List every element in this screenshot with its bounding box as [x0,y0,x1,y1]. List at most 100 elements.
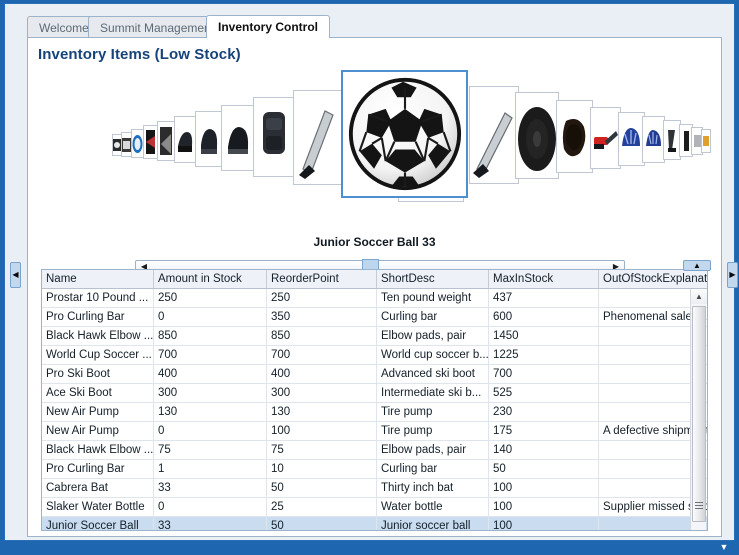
collapse-right-panel-button[interactable]: ▶ [727,262,738,288]
product-carousel[interactable] [28,70,721,230]
table-cell[interactable]: Pro Curling Bar [42,459,154,479]
table-cell[interactable]: Black Hawk Elbow ... [42,326,154,346]
table-row[interactable]: Pro Curling Bar 0 350 Curling bar 600 Phenome… [42,307,707,327]
carousel-item-elbow-pad[interactable] [556,100,593,173]
table-cell[interactable]: 50 [488,459,599,479]
table-row[interactable]: Prostar 10 Pound ... 250 250 Ten pound weig… [42,288,707,308]
table-cell[interactable]: 75 [266,440,377,460]
table-cell[interactable]: Cabrera Bat [42,478,154,498]
table-cell[interactable]: Advanced ski boot [376,364,489,384]
carousel-item-ski-boot-left[interactable] [195,111,222,167]
table-cell[interactable]: 33 [153,516,267,530]
carousel-item-far-6[interactable] [174,116,196,163]
carousel-item-far-5[interactable] [157,121,175,161]
column-header-amount-in-stock[interactable]: Amount in Stock [153,270,267,289]
table-cell[interactable]: Tire pump [376,421,489,441]
table-cell[interactable]: 437 [488,288,599,308]
carousel-item-far-r4[interactable] [701,129,711,153]
table-cell[interactable]: Junior Soccer Ball [42,516,154,530]
carousel-item-hockey-stick[interactable] [293,90,342,185]
table-cell[interactable]: 75 [153,440,267,460]
table-cell[interactable]: 10 [266,459,377,479]
carousel-item-backpack[interactable] [253,97,294,177]
table-cell[interactable]: 525 [488,383,599,403]
table-cell[interactable]: Ten pound weight [376,288,489,308]
table-cell[interactable]: 250 [266,288,377,308]
table-cell[interactable]: Elbow pads, pair [376,326,489,346]
scrollbar-thumb[interactable] [692,306,706,522]
table-cell[interactable]: Thirty inch bat [376,478,489,498]
table-cell[interactable]: 130 [153,402,267,422]
carousel-item-far-4[interactable] [143,125,158,159]
collapse-left-panel-button[interactable]: ◀ [10,262,21,288]
table-row[interactable]: Black Hawk Elbow ... 75 75 Elbow pads, pair… [42,440,707,460]
table-cell[interactable]: World Cup Soccer ... [42,345,154,365]
table-cell[interactable]: 100 [488,497,599,517]
carousel-item-air-pump[interactable] [590,107,621,169]
carousel-item-helmet-left[interactable] [221,105,254,171]
table-cell[interactable]: 100 [488,478,599,498]
table-cell[interactable]: World cup soccer b... [376,345,489,365]
column-header-name[interactable]: Name [42,270,154,289]
table-cell[interactable]: Junior soccer ball [376,516,489,530]
column-header-shortdesc[interactable]: ShortDesc [376,270,489,289]
table-row[interactable]: Pro Ski Boot 400 400 Advanced ski boot 700 [42,364,707,384]
table-cell[interactable]: 100 [266,421,377,441]
table-row[interactable]: Slaker Water Bottle 0 25 Water bottle 100 Sup… [42,497,707,517]
table-cell[interactable]: 850 [266,326,377,346]
table-cell[interactable]: Elbow pads, pair [376,440,489,460]
table-cell[interactable]: 600 [488,307,599,327]
table-cell[interactable]: 300 [266,383,377,403]
table-cell[interactable]: Ace Ski Boot [42,383,154,403]
table-cell[interactable]: 1450 [488,326,599,346]
table-row[interactable]: New Air Pump 0 100 Tire pump 175 A defective … [42,421,707,441]
table-cell[interactable]: 350 [266,307,377,327]
column-header-maxinstock[interactable]: MaxInStock [488,270,599,289]
table-cell[interactable]: Intermediate ski b... [376,383,489,403]
table-cell[interactable]: 25 [266,497,377,517]
table-cell[interactable]: 100 [488,516,599,530]
inventory-table-container[interactable]: Name Amount in Stock ReorderPoint ShortD… [41,269,708,531]
table-row[interactable]: Ace Ski Boot 300 300 Intermediate ski b... 5… [42,383,707,403]
collapse-top-panel-button[interactable]: ▲ [683,260,711,271]
table-cell[interactable]: 0 [153,307,267,327]
column-header-outofstockexplanation[interactable]: OutOfStockExplanation [598,270,707,289]
table-cell[interactable]: 50 [266,516,377,530]
table-cell[interactable]: Pro Ski Boot [42,364,154,384]
table-cell[interactable]: 250 [153,288,267,308]
carousel-item-hockey-stick-right[interactable] [469,86,519,184]
table-row[interactable]: Junior Soccer Ball 33 50 Junior soccer ball… [42,516,707,530]
table-cell[interactable]: 230 [488,402,599,422]
table-cell[interactable]: 850 [153,326,267,346]
table-cell[interactable]: 50 [266,478,377,498]
table-cell[interactable]: 0 [153,497,267,517]
table-vertical-scrollbar[interactable]: ▲ [690,289,707,530]
table-cell[interactable]: 1225 [488,345,599,365]
table-row[interactable]: World Cup Soccer ... 700 700 World cup socc… [42,345,707,365]
table-cell[interactable]: 140 [488,440,599,460]
table-cell[interactable]: 0 [153,421,267,441]
table-row[interactable]: Black Hawk Elbow ... 850 850 Elbow pads, pa… [42,326,707,346]
table-cell[interactable]: 400 [153,364,267,384]
table-cell[interactable]: Pro Curling Bar [42,307,154,327]
scrollbar-up-arrow-icon[interactable]: ▲ [691,289,707,304]
table-cell[interactable]: 130 [266,402,377,422]
table-cell[interactable]: 700 [153,345,267,365]
table-cell[interactable]: 700 [488,364,599,384]
table-cell[interactable]: Prostar 10 Pound ... [42,288,154,308]
column-header-reorderpoint[interactable]: ReorderPoint [266,270,377,289]
table-row[interactable]: Cabrera Bat 33 50 Thirty inch bat 100 [42,478,707,498]
table-cell[interactable]: Tire pump [376,402,489,422]
table-cell[interactable]: 33 [153,478,267,498]
table-cell[interactable]: Black Hawk Elbow ... [42,440,154,460]
carousel-item-helmet-blue-2[interactable] [642,116,665,163]
table-cell[interactable]: Curling bar [376,307,489,327]
table-cell[interactable]: Curling bar [376,459,489,479]
carousel-item-weight-plate[interactable] [515,92,559,179]
table-cell[interactable]: Water bottle [376,497,489,517]
table-cell[interactable]: New Air Pump [42,421,154,441]
window-scroll-down-icon[interactable]: ▼ [713,541,735,553]
table-cell[interactable]: 300 [153,383,267,403]
table-cell[interactable]: New Air Pump [42,402,154,422]
carousel-item-helmet-blue-1[interactable] [618,112,645,166]
